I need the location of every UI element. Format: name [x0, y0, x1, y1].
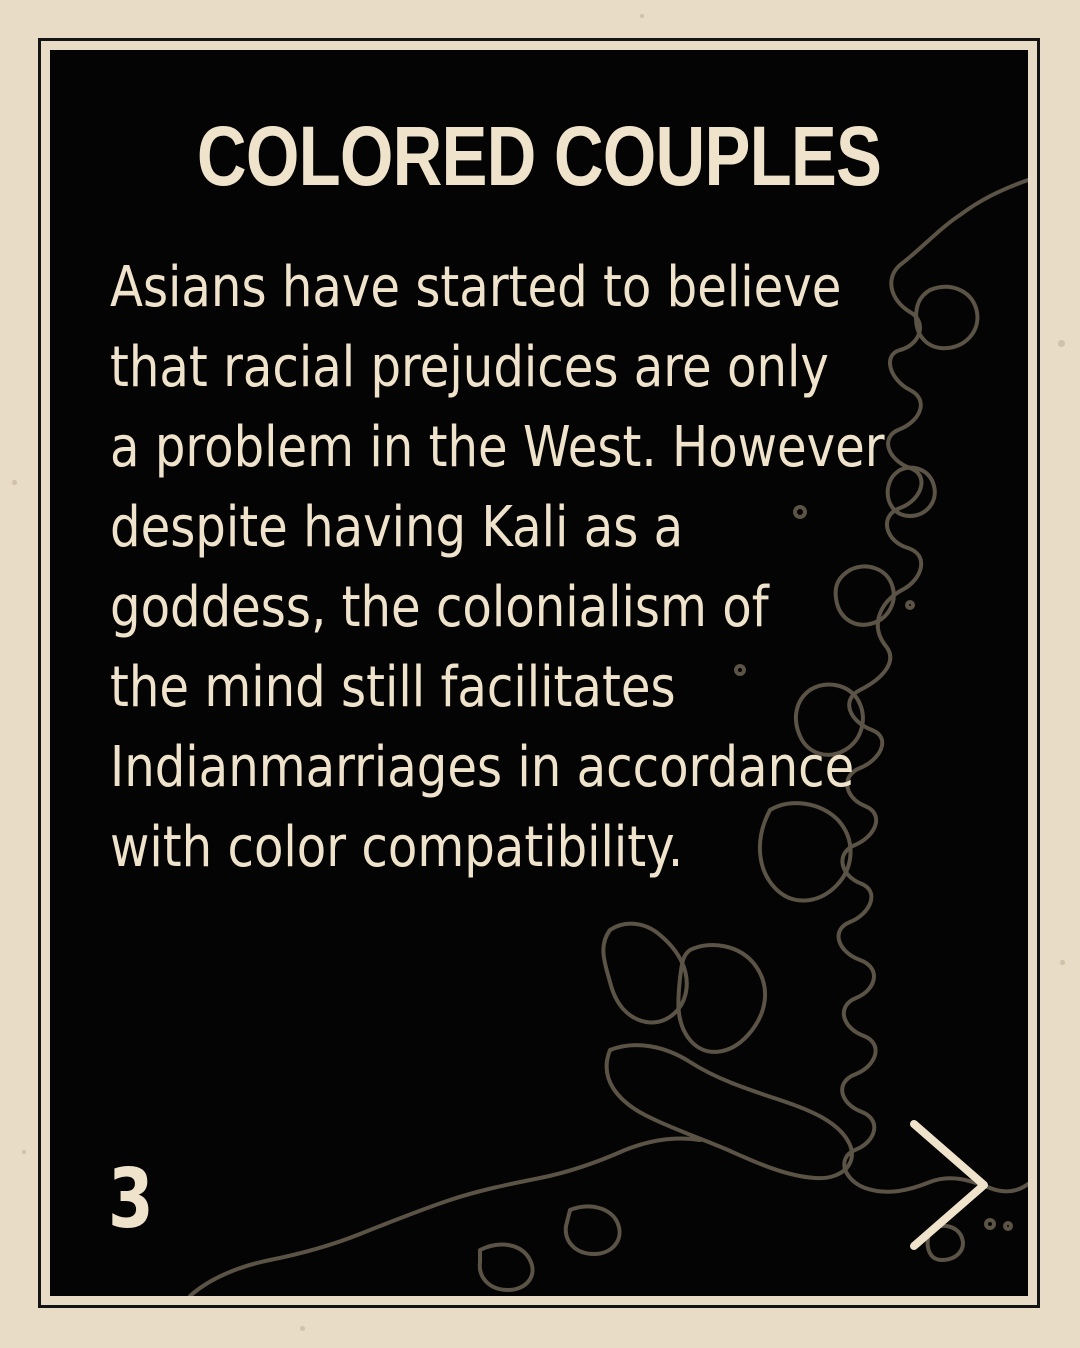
- paper-speck: [640, 14, 644, 18]
- body-line: Asians have started to believe: [110, 255, 842, 320]
- body-line: with color compatibility.: [110, 815, 684, 880]
- body-line: the mind still facilitates: [110, 655, 676, 720]
- chevron-right-icon: [910, 1120, 988, 1250]
- body-line: Indianmarriages in accordance: [110, 735, 855, 800]
- next-slide-button[interactable]: [900, 1110, 1000, 1260]
- paper-speck: [22, 1150, 26, 1154]
- page-number: 3: [108, 1152, 154, 1247]
- paper-speck: [1060, 960, 1065, 965]
- paper-speck: [300, 1326, 305, 1331]
- paper-speck: [12, 480, 17, 485]
- body-line: a problem in the West. However: [110, 415, 885, 480]
- body-line: that racial prejudices are only: [110, 335, 829, 400]
- slide-title: COLORED COUPLES: [196, 109, 882, 203]
- body-line: despite having Kali as a: [110, 495, 684, 560]
- slide-card: COLORED COUPLES Asians have started to b…: [50, 50, 1028, 1296]
- slide-body-text: Asians have started to believe that raci…: [110, 248, 990, 888]
- paper-speck: [1058, 340, 1065, 347]
- body-line: goddess, the colonialism of: [110, 575, 769, 640]
